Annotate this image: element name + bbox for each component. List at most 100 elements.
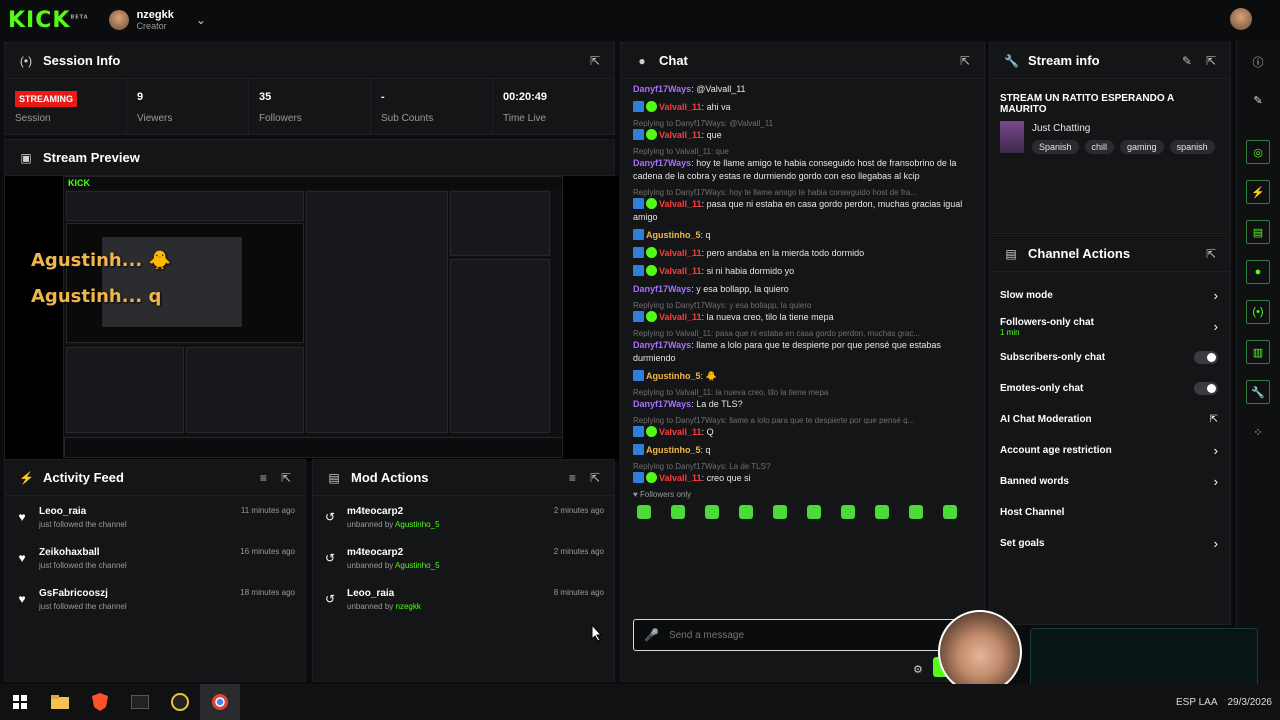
feed-user[interactable]: GsFabricooszj (39, 588, 230, 599)
emote[interactable] (807, 505, 821, 519)
chevron-right-icon[interactable]: › (1214, 288, 1218, 303)
channel-action-item[interactable]: Banned words › (990, 466, 1230, 497)
obs-icon[interactable] (160, 684, 200, 720)
chat-bubble-icon[interactable]: ● (1246, 260, 1270, 284)
chat-message[interactable]: Valvall_11: Q (633, 426, 972, 439)
popout-icon[interactable]: ⇱ (960, 54, 970, 68)
chat-message[interactable]: Agustinho_5: q (633, 444, 972, 457)
chat-username[interactable]: Valvall_11 (659, 102, 702, 112)
tray-date[interactable]: 29/3/2026 (1228, 697, 1273, 708)
popout-icon[interactable]: ⇱ (590, 471, 600, 485)
more-icon[interactable]: ⁘ (1246, 420, 1270, 444)
tag[interactable]: gaming (1120, 140, 1164, 154)
pencil-icon[interactable]: ✎ (1246, 88, 1270, 112)
document-icon[interactable]: ▤ (1246, 220, 1270, 244)
file-explorer-icon[interactable] (40, 684, 80, 720)
chat-input[interactable] (668, 629, 919, 641)
channel-action-item[interactable]: Subscribers-only chat (990, 342, 1230, 373)
chat-username[interactable]: Agustinho_5 (646, 445, 701, 455)
chat-username[interactable]: Agustinho_5 (646, 371, 701, 381)
chat-message[interactable]: Agustinho_5: q (633, 229, 972, 242)
kick-logo[interactable]: KICKBETA (8, 8, 89, 33)
emote[interactable] (875, 505, 889, 519)
toggle-switch[interactable] (1194, 382, 1218, 395)
tag[interactable]: chill (1084, 140, 1115, 154)
chat-message[interactable]: Danyf17Ways: @Valvall_11 (633, 83, 972, 96)
chevron-right-icon[interactable]: › (1214, 474, 1218, 489)
emote[interactable] (739, 505, 753, 519)
chat-input-box[interactable]: 🎤 (633, 619, 985, 651)
chat-username[interactable]: Valvall_11 (659, 130, 702, 140)
target-icon[interactable]: ◎ (1246, 140, 1270, 164)
chat-message[interactable]: Valvall_11: que (633, 129, 972, 142)
filter-icon[interactable]: ≡ (260, 471, 267, 485)
chat-message[interactable]: Danyf17Ways: hoy te llame amigo te habia… (633, 157, 972, 183)
chat-message[interactable]: Danyf17Ways: La de TLS? (633, 398, 972, 411)
channel-action-item[interactable]: Set goals › (990, 528, 1230, 559)
channel-action-item[interactable]: Slow mode › (990, 280, 1230, 311)
user-switcher[interactable]: nzegkk Creator ⌄ (108, 9, 206, 31)
chat-username[interactable]: Danyf17Ways (633, 340, 691, 350)
tray-lang[interactable]: ESP LAA (1176, 697, 1218, 708)
chat-messages[interactable]: Danyf17Ways: @Valvall_11 Valvall_11: ahi … (621, 79, 984, 681)
mod-by[interactable]: Agustinho_5 (395, 561, 439, 570)
popout-icon[interactable]: ⇱ (1206, 247, 1216, 261)
filter-icon[interactable]: ≡ (569, 471, 576, 485)
mod-target[interactable]: m4teocarp2 (347, 547, 544, 558)
chat-username[interactable]: Valvall_11 (659, 312, 702, 322)
bolt-icon[interactable]: ⚡ (1246, 180, 1270, 204)
chat-message[interactable]: Valvall_11: ahi va (633, 101, 972, 114)
windows-start-icon[interactable] (0, 684, 40, 720)
chat-message[interactable]: Valvall_11: la nueva creo, tilo la tiene… (633, 311, 972, 324)
chat-username[interactable]: Valvall_11 (659, 266, 702, 276)
microphone-icon[interactable]: 🎤 (644, 628, 659, 642)
chat-message[interactable]: Valvall_11: pasa que ni estaba en casa g… (633, 198, 972, 224)
chat-message[interactable]: Valvall_11: creo que si (633, 472, 972, 485)
chrome-icon[interactable] (200, 684, 240, 720)
profile-avatar[interactable] (1230, 8, 1252, 30)
toggle-switch[interactable] (1194, 351, 1218, 364)
emote[interactable] (671, 505, 685, 519)
chevron-right-icon[interactable]: › (1214, 443, 1218, 458)
channel-action-item[interactable]: Emotes-only chat (990, 373, 1230, 404)
emote[interactable] (909, 505, 923, 519)
chat-message[interactable]: Valvall_11: si ni habia dormido yo (633, 265, 972, 278)
wrench-icon[interactable]: 🔧 (1246, 380, 1270, 404)
chat-username[interactable]: Danyf17Ways (633, 399, 691, 409)
chat-message[interactable]: Valvall_11: pero andaba en la mierda tod… (633, 247, 972, 260)
chat-message[interactable]: Danyf17Ways: llame a lolo para que te de… (633, 339, 972, 365)
channel-action-item[interactable]: Followers-only chat 1 min › (990, 311, 1230, 342)
tag[interactable]: Spanish (1032, 140, 1079, 154)
stream-video[interactable]: KICK Agustinh... 🐥 Agustinh... q (5, 176, 619, 461)
chevron-right-icon[interactable]: › (1214, 536, 1218, 551)
chat-username[interactable]: Valvall_11 (659, 427, 702, 437)
chevron-down-icon[interactable]: ⌄ (196, 13, 206, 27)
broadcast-icon[interactable]: (•) (1246, 300, 1270, 324)
popout-icon[interactable]: ⇱ (590, 54, 600, 68)
mod-target[interactable]: m4teocarp2 (347, 506, 544, 517)
channel-action-item[interactable]: AI Chat Moderation ⇱ (990, 404, 1230, 435)
external-link-icon[interactable]: ⇱ (1210, 414, 1218, 425)
mod-by[interactable]: nzegkk (396, 602, 421, 611)
emote[interactable] (943, 505, 957, 519)
channel-action-item[interactable]: Host Channel (990, 497, 1230, 528)
chat-username[interactable]: Agustinho_5 (646, 230, 701, 240)
emote[interactable] (841, 505, 855, 519)
chat-username[interactable]: Danyf17Ways (633, 284, 691, 294)
terminal-icon[interactable] (120, 684, 160, 720)
chat-username[interactable]: Valvall_11 (659, 473, 702, 483)
mod-by[interactable]: Agustinho_5 (395, 520, 439, 529)
chat-username[interactable]: Valvall_11 (659, 199, 702, 209)
chevron-right-icon[interactable]: › (1214, 319, 1218, 334)
chat-username[interactable]: Danyf17Ways (633, 158, 691, 168)
edit-icon[interactable]: ✎ (1182, 54, 1192, 68)
brave-browser-icon[interactable] (80, 684, 120, 720)
emote[interactable] (773, 505, 787, 519)
popout-icon[interactable]: ⇱ (1206, 54, 1216, 68)
channel-action-item[interactable]: Account age restriction › (990, 435, 1230, 466)
tag[interactable]: spanish (1169, 140, 1215, 154)
settings-icon[interactable]: ⚙ (913, 663, 923, 676)
chat-message[interactable]: Danyf17Ways: y esa bollapp, la quiero (633, 283, 972, 296)
emote[interactable] (705, 505, 719, 519)
emote[interactable] (637, 505, 651, 519)
